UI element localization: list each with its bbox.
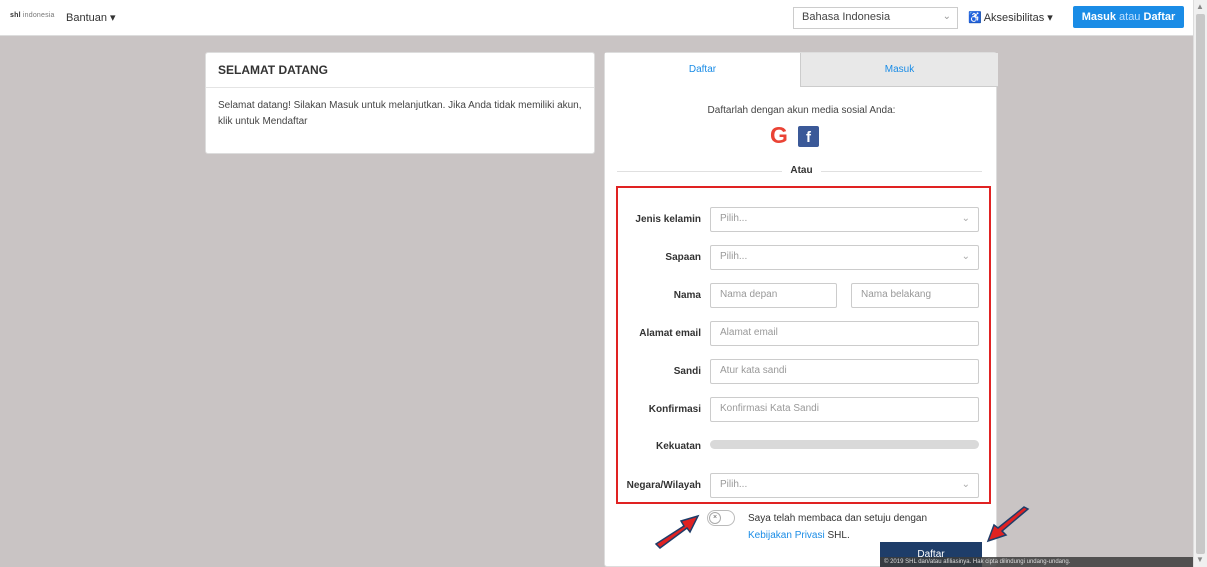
scroll-thumb[interactable] — [1196, 14, 1205, 554]
password-input[interactable]: Atur kata sandi — [710, 359, 979, 384]
welcome-title: SELAMAT DATANG — [206, 53, 594, 88]
copyright-footer: © 2019 SHL dan/atau afiliasinya. Hak cip… — [880, 557, 1193, 567]
login-register-button[interactable]: Masuk atau Daftar — [1073, 6, 1184, 28]
chevron-down-icon: ⌄ — [961, 479, 970, 490]
tab-register[interactable]: Daftar — [605, 53, 800, 87]
name-label: Nama — [673, 290, 701, 301]
country-label: Negara/Wilayah — [626, 480, 701, 491]
auth-panel: Daftar Masuk Daftarlah dengan akun media… — [604, 52, 998, 567]
confirm-password-label: Konfirmasi — [648, 404, 701, 415]
toggle-knob: × — [709, 512, 721, 524]
email-label: Alamat email — [639, 328, 701, 339]
strength-label: Kekuatan — [655, 441, 701, 452]
password-strength-bar — [710, 440, 979, 449]
last-name-input[interactable]: Nama belakang — [851, 283, 979, 308]
page-scrollbar[interactable]: ▲ ▼ — [1193, 0, 1207, 567]
help-menu[interactable]: Bantuan ▾ — [66, 11, 116, 24]
salutation-select[interactable]: Pilih... ⌄ — [710, 245, 979, 270]
welcome-card: SELAMAT DATANG Selamat datang! Silakan M… — [205, 52, 595, 154]
gender-label: Jenis kelamin — [635, 214, 701, 225]
accessibility-menu[interactable]: ♿ Aksesibilitas ▾ — [968, 11, 1053, 24]
first-name-input[interactable]: Nama depan — [710, 283, 837, 308]
auth-tabs: Daftar Masuk — [605, 53, 998, 87]
email-input[interactable]: Alamat email — [710, 321, 979, 346]
google-icon[interactable]: G — [770, 123, 794, 147]
annotation-arrow-left — [654, 514, 700, 549]
privacy-agreement-text: Saya telah membaca dan setuju dengan Keb… — [748, 513, 928, 541]
accessibility-icon: ♿ — [968, 12, 982, 24]
social-signup-text: Daftarlah dengan akun media sosial Anda: — [707, 105, 896, 116]
scroll-down-icon[interactable]: ▼ — [1196, 555, 1204, 564]
tab-login[interactable]: Masuk — [800, 53, 998, 87]
salutation-label: Sapaan — [665, 252, 701, 263]
gender-select[interactable]: Pilih... ⌄ — [710, 207, 979, 232]
password-label: Sandi — [673, 366, 701, 377]
privacy-policy-link[interactable]: Kebijakan Privasi — [748, 530, 825, 541]
chevron-down-icon: ⌄ — [961, 251, 970, 262]
chevron-down-icon: ⌄ — [942, 11, 951, 22]
scroll-up-icon[interactable]: ▲ — [1196, 2, 1204, 11]
privacy-agreement-toggle[interactable]: × — [707, 510, 735, 526]
top-bar: shl indonesia Bantuan ▾ Bahasa Indonesia… — [0, 0, 1193, 36]
chevron-down-icon: ⌄ — [961, 213, 970, 224]
country-select[interactable]: Pilih... ⌄ — [710, 473, 979, 498]
facebook-icon[interactable]: f — [798, 126, 819, 147]
annotation-arrow-right — [986, 506, 1030, 543]
or-divider-text: Atau — [605, 165, 998, 176]
language-value: Bahasa Indonesia — [802, 11, 891, 23]
language-select[interactable]: Bahasa Indonesia ⌄ — [793, 7, 958, 29]
welcome-text: Selamat datang! Silakan Masuk untuk mela… — [218, 100, 582, 127]
confirm-password-input[interactable]: Konfirmasi Kata Sandi — [710, 397, 979, 422]
shl-logo[interactable]: shl indonesia — [10, 12, 55, 19]
